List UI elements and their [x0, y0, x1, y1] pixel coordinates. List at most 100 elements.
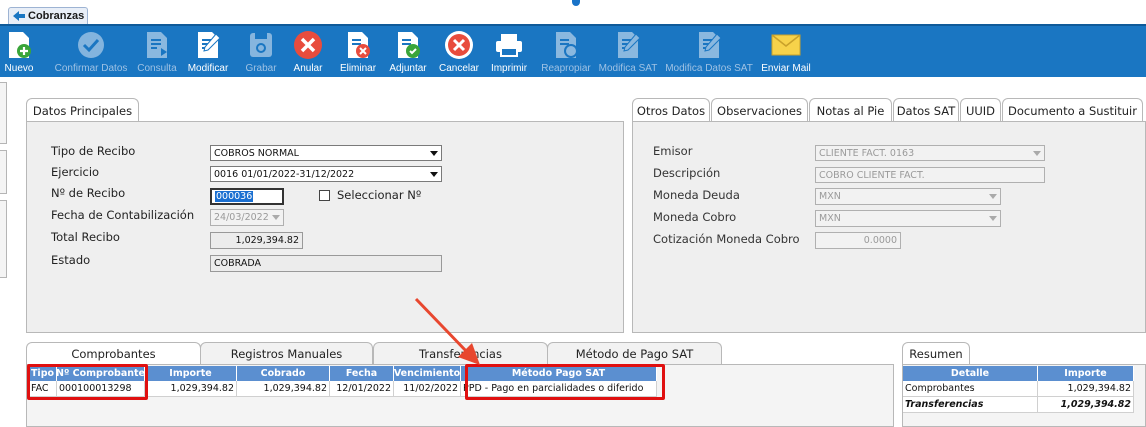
cell-importe: 1,029,394.82 [1038, 397, 1134, 413]
fecha-contab-field[interactable]: 24/03/2022 [210, 209, 284, 226]
resumen-header: Detalle Importe [903, 366, 1134, 381]
moneda-cobro-field[interactable]: MXN [815, 210, 1001, 227]
rail-handle[interactable] [0, 200, 7, 278]
cancel-x-icon [292, 29, 324, 61]
imprimir-button[interactable]: Imprimir [487, 26, 531, 77]
emisor-label: Emisor [653, 144, 693, 158]
chevron-down-icon [427, 146, 441, 160]
check-circle-icon [75, 29, 107, 61]
enviar-mail-button[interactable]: Enviar Mail [759, 26, 813, 77]
cell-importe: 1,029,394.82 [1038, 381, 1134, 397]
save-icon [245, 29, 277, 61]
anular-button[interactable]: Anular [290, 26, 326, 77]
tab-datos-principales[interactable]: Datos Principales [26, 98, 139, 122]
estado-field: COBRADA [210, 255, 442, 272]
modifica-datos-sat-button[interactable]: Modifica Datos SAT [663, 26, 755, 77]
tab-strip: Cobranzas [0, 0, 1146, 24]
total-recibo-label: Total Recibo [51, 230, 120, 244]
rail-handle[interactable] [0, 82, 7, 144]
estado-label: Estado [51, 253, 91, 267]
chevron-down-icon [269, 210, 283, 225]
cell-vencimiento: 11/02/2022 [394, 381, 461, 397]
left-rail [0, 82, 8, 284]
chevron-down-icon [986, 211, 1000, 226]
descripcion-field[interactable]: COBRO CLIENTE FACT. [815, 167, 1045, 183]
col-fecha[interactable]: Fecha [330, 366, 394, 381]
ejercicio-select[interactable]: 0016 01/01/2022-31/12/2022 [210, 166, 442, 182]
ejercicio-label: Ejercicio [51, 165, 100, 179]
tab-registros-manuales[interactable]: Registros Manuales [200, 342, 373, 365]
chevron-down-icon [1030, 146, 1044, 160]
consulta-button[interactable]: Consulta [135, 26, 179, 77]
mail-icon [770, 29, 802, 61]
tab-metodo-pago-sat[interactable]: Método de Pago SAT [547, 342, 722, 365]
table-row[interactable]: Comprobantes 1,029,394.82 [903, 381, 1134, 397]
chevron-down-icon [427, 167, 441, 181]
modificar-button[interactable]: Modificar [184, 26, 232, 77]
cell-importe: 1,029,394.82 [145, 381, 237, 397]
tab-resumen[interactable]: Resumen [902, 342, 970, 365]
total-recibo-field: 1,029,394.82 [210, 232, 303, 249]
doc-edit-data-sat-icon [693, 29, 725, 61]
tab-uuid[interactable]: UUID [960, 98, 1001, 122]
tab-title: Cobranzas [28, 10, 85, 22]
seleccionar-checkbox[interactable] [319, 190, 330, 201]
cell-cobrado: 1,029,394.82 [237, 381, 330, 397]
cotizacion-field[interactable]: 0.0000 [815, 232, 901, 249]
tab-comprobantes[interactable]: Comprobantes [26, 342, 201, 365]
chevron-down-icon [986, 189, 1000, 204]
new-doc-icon [3, 29, 35, 61]
tab-otros-datos[interactable]: Otros Datos [632, 98, 710, 122]
back-arrow-icon [13, 11, 25, 21]
indicator-dot [572, 0, 580, 6]
cancel-circle-icon [443, 29, 475, 61]
grabar-button[interactable]: Grabar [241, 26, 281, 77]
tipo-recibo-select[interactable]: COBROS NORMAL [210, 145, 442, 161]
cotizacion-label: Cotización Moneda Cobro [653, 232, 800, 246]
cell-fecha: 12/01/2022 [330, 381, 394, 397]
col-importe[interactable]: Importe [145, 366, 237, 381]
tab-cobranzas[interactable]: Cobranzas [8, 7, 88, 24]
doc-attach-icon [392, 29, 424, 61]
arrow-annotation-icon [414, 297, 480, 365]
col-detalle[interactable]: Detalle [903, 366, 1038, 381]
doc-delete-icon [342, 29, 374, 61]
highlight-box [465, 364, 665, 400]
datos-principales-panel: Tipo de Recibo COBROS NORMAL Ejercicio 0… [26, 121, 624, 333]
tipo-recibo-label: Tipo de Recibo [51, 144, 136, 158]
toolbar: Nuevo Confirmar Datos Consulta Modificar… [0, 24, 1146, 77]
fecha-contab-label: Fecha de Contabilización [51, 208, 195, 222]
col-cobrado[interactable]: Cobrado [237, 366, 330, 381]
print-icon [493, 29, 525, 61]
doc-edit-icon [192, 29, 224, 61]
descripcion-label: Descripción [653, 166, 721, 180]
modifica-sat-button[interactable]: Modifica SAT [597, 26, 659, 77]
confirmar-datos-button[interactable]: Confirmar Datos [48, 26, 134, 77]
adjuntar-button[interactable]: Adjuntar [386, 26, 430, 77]
nro-recibo-label: Nº de Recibo [51, 186, 126, 200]
tab-datos-sat[interactable]: Datos SAT [893, 98, 959, 122]
doc-edit-sat-icon [612, 29, 644, 61]
tab-notas-al-pie[interactable]: Notas al Pie [809, 98, 892, 122]
doc-reassign-icon [550, 29, 582, 61]
seleccionar-label: Seleccionar Nº [337, 188, 422, 202]
nro-recibo-input[interactable]: 000036 [210, 188, 284, 205]
otros-datos-panel: Emisor CLIENTE FACT. 0163 Descripción CO… [632, 121, 1146, 333]
tab-documento-a-sustituir[interactable]: Documento a Sustituir [1002, 98, 1143, 122]
rail-handle[interactable] [0, 150, 7, 194]
col-importe[interactable]: Importe [1038, 366, 1134, 381]
table-row[interactable]: Transferencias 1,029,394.82 [903, 397, 1134, 413]
cancelar-button[interactable]: Cancelar [437, 26, 481, 77]
moneda-deuda-field[interactable]: MXN [815, 188, 1001, 205]
doc-search-icon [141, 29, 173, 61]
emisor-field[interactable]: CLIENTE FACT. 0163 [815, 145, 1045, 161]
cell-detalle: Comprobantes [903, 381, 1038, 397]
highlight-box [27, 364, 148, 400]
eliminar-button[interactable]: Eliminar [337, 26, 379, 77]
nuevo-button[interactable]: Nuevo [2, 26, 36, 77]
reapropiar-button[interactable]: Reapropiar [537, 26, 595, 77]
cell-detalle: Transferencias [903, 397, 1038, 413]
tab-observaciones[interactable]: Observaciones [711, 98, 808, 122]
moneda-cobro-label: Moneda Cobro [653, 210, 737, 224]
moneda-deuda-label: Moneda Deuda [653, 188, 740, 202]
